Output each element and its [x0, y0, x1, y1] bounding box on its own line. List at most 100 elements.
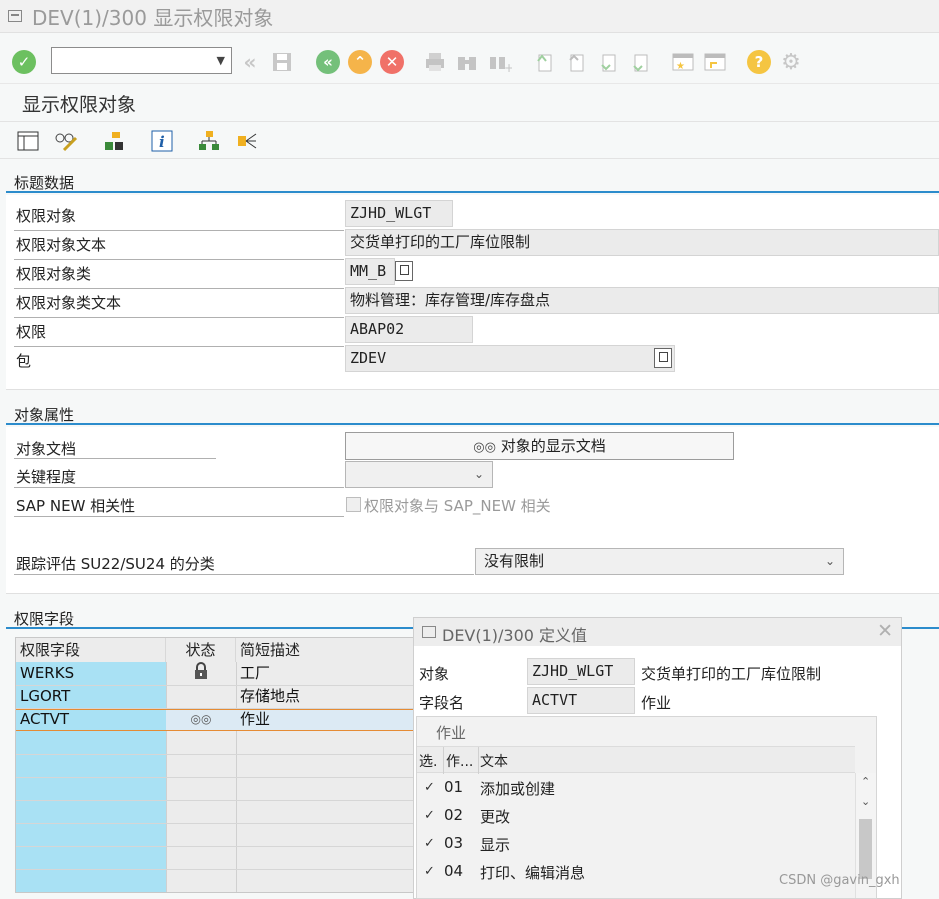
- package-label: 包: [16, 352, 32, 370]
- trace-classification-dropdown[interactable]: 没有限制 ⌄: [475, 548, 844, 575]
- auth-fields-table: 权限字段 状态 简短描述 WERKS 工厂 LGORT 存储地点 ACTVT ◎…: [15, 637, 416, 893]
- display-change-icon[interactable]: [54, 130, 78, 152]
- table-cell-field[interactable]: LGORT: [16, 685, 166, 708]
- command-field[interactable]: ▼: [51, 47, 232, 74]
- column-header-field[interactable]: 权限字段: [16, 638, 166, 662]
- criticality-dropdown[interactable]: ⌄: [345, 461, 493, 488]
- sap-new-checkbox[interactable]: [346, 497, 361, 512]
- help-icon[interactable]: ?: [747, 50, 771, 74]
- find-icon[interactable]: [455, 50, 479, 74]
- activity-text: 打印、编辑消息: [480, 864, 586, 882]
- info-icon[interactable]: i: [150, 130, 174, 152]
- dialog-title: DEV(1)/300 定义值: [442, 626, 588, 645]
- object-attributes-section-title: 对象属性: [6, 403, 939, 425]
- row-divider: [14, 458, 216, 459]
- scrollbar-thumb[interactable]: [859, 819, 872, 879]
- enter-icon[interactable]: ✓: [12, 50, 36, 74]
- table-cell-field[interactable]: ACTVT: [16, 708, 166, 731]
- list-item[interactable]: ✓ 01 添加或创建: [417, 774, 855, 802]
- structure-icon[interactable]: [197, 130, 221, 152]
- row-divider: [14, 574, 474, 575]
- column-header-select[interactable]: 选.: [419, 751, 437, 771]
- display-documentation-button[interactable]: ◎◎ 对象的显示文档: [345, 432, 734, 460]
- popup-object-field[interactable]: ZJHD_WLGT: [527, 658, 635, 685]
- activity-code: 02: [444, 806, 464, 824]
- column-divider: [443, 747, 444, 774]
- exit-icon[interactable]: ⌃: [348, 50, 372, 74]
- chevron-down-icon[interactable]: ⌄: [474, 462, 484, 487]
- glasses-icon: ◎◎: [473, 440, 496, 455]
- chevron-down-icon[interactable]: ⌄: [825, 549, 835, 574]
- shortcut-icon[interactable]: [703, 50, 727, 74]
- authorization-label: 权限: [16, 323, 47, 341]
- cancel-icon[interactable]: ✕: [380, 50, 404, 74]
- checkbox-checked-icon[interactable]: ✓: [422, 865, 437, 880]
- checkbox-checked-icon[interactable]: ✓: [422, 837, 437, 852]
- list-item[interactable]: ✓ 02 更改: [417, 802, 855, 830]
- package-field[interactable]: ZDEV: [345, 345, 675, 372]
- save-icon[interactable]: [270, 50, 294, 74]
- new-session-icon[interactable]: ★: [671, 50, 695, 74]
- window-title-bar: DEV(1)/300 显示权限对象: [0, 0, 939, 33]
- auth-object-text-label: 权限对象文本: [16, 236, 107, 254]
- scroll-down-icon[interactable]: ⌄: [861, 795, 870, 808]
- watermark: CSDN @gavin_gxh: [779, 873, 900, 888]
- authorization-field[interactable]: ABAP02: [345, 316, 473, 343]
- screen-title-bar: 显示权限对象: [0, 83, 939, 121]
- back-icon[interactable]: «: [316, 50, 340, 74]
- column-header-activity[interactable]: 作...: [446, 751, 473, 771]
- settings-gear-icon[interactable]: ⚙: [779, 50, 803, 75]
- last-page-icon[interactable]: [628, 50, 652, 74]
- popup-object-label: 对象: [419, 665, 450, 683]
- auth-object-class-text-field[interactable]: 物料管理：库存管理/库存盘点: [345, 287, 939, 314]
- sap-new-label: SAP NEW 相关性: [16, 497, 136, 515]
- where-used-icon[interactable]: [236, 130, 260, 152]
- auth-object-field[interactable]: ZJHD_WLGT: [345, 200, 453, 227]
- row-divider: [14, 288, 344, 289]
- row-divider: [14, 317, 344, 318]
- close-icon[interactable]: ✕: [877, 620, 893, 642]
- popup-field-label: 字段名: [419, 694, 465, 712]
- trace-classification-value: 没有限制: [484, 552, 545, 570]
- checkbox-checked-icon[interactable]: ✓: [422, 809, 437, 824]
- row-divider: [14, 259, 344, 260]
- back-double-icon[interactable]: «: [238, 50, 262, 74]
- activity-text: 更改: [480, 808, 511, 826]
- copy-icon[interactable]: [395, 261, 413, 281]
- glasses-icon[interactable]: ◎◎: [166, 708, 236, 731]
- auth-object-class-field[interactable]: MM_B: [345, 258, 395, 285]
- lock-icon: [166, 662, 236, 685]
- print-icon[interactable]: [423, 50, 447, 74]
- overview-icon[interactable]: [16, 130, 40, 152]
- checkbox-checked-icon[interactable]: ✓: [422, 781, 437, 796]
- auth-object-text-field[interactable]: 交货单打印的工厂库位限制: [345, 229, 939, 256]
- popup-object-text: 交货单打印的工厂库位限制: [641, 665, 822, 683]
- scroll-up-icon[interactable]: ⌃: [861, 775, 870, 788]
- svg-text:+: +: [504, 61, 512, 73]
- row-divider: [16, 777, 414, 778]
- next-page-icon[interactable]: [596, 50, 620, 74]
- previous-page-icon[interactable]: [564, 50, 588, 74]
- trace-classification-label: 跟踪评估 SU22/SU24 的分类: [16, 555, 215, 573]
- hierarchy-icon[interactable]: [102, 130, 126, 152]
- auth-object-label: 权限对象: [16, 207, 77, 225]
- window-menu-icon[interactable]: [422, 626, 436, 638]
- column-header-status[interactable]: 状态: [166, 638, 236, 662]
- column-header-description[interactable]: 简短描述: [236, 638, 416, 662]
- list-item[interactable]: ✓ 03 显示: [417, 830, 855, 858]
- table-cell-field[interactable]: WERKS: [16, 662, 166, 685]
- column-header-text[interactable]: 文本: [480, 751, 508, 771]
- window-menu-icon[interactable]: [8, 10, 22, 22]
- object-doc-label: 对象文档: [16, 440, 77, 458]
- copy-icon[interactable]: [654, 348, 672, 368]
- chevron-down-icon[interactable]: ▼: [217, 54, 225, 67]
- auth-object-class-label: 权限对象类: [16, 265, 92, 283]
- activity-code: 03: [444, 834, 464, 852]
- row-divider: [16, 869, 414, 870]
- table-cell-description: 存储地点: [240, 687, 301, 705]
- popup-field-name-field[interactable]: ACTVT: [527, 687, 635, 714]
- first-page-icon[interactable]: [532, 50, 556, 74]
- find-next-icon[interactable]: +: [488, 50, 512, 74]
- activity-code: 01: [444, 778, 464, 796]
- row-divider: [14, 516, 344, 517]
